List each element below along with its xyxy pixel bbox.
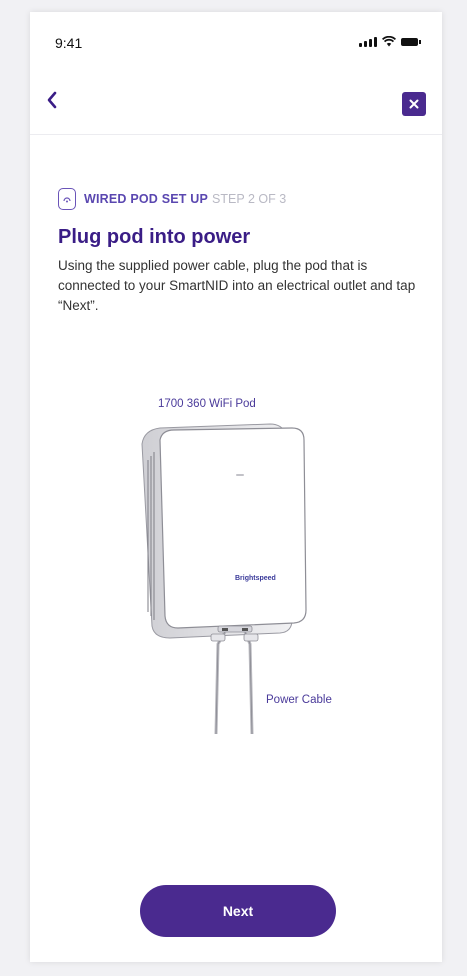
status-icons (359, 36, 421, 47)
next-button[interactable]: Next (140, 885, 336, 937)
step-indicator: WIRED POD SET UP STEP 2 OF 3 (58, 188, 286, 210)
step-label: WIRED POD SET UP (84, 192, 209, 206)
step-count: STEP 2 OF 3 (212, 192, 287, 206)
phone-screen: 9:41 WIRED POD SET UP STEP 2 OF 3 Plug p… (30, 12, 442, 962)
pod-icon (58, 188, 76, 210)
back-button[interactable] (36, 82, 68, 118)
close-button[interactable] (402, 92, 426, 116)
cable-caption: Power Cable (266, 694, 332, 706)
instructions-text: Using the supplied power cable, plug the… (58, 258, 416, 313)
svg-text:Brightspeed: Brightspeed (235, 575, 276, 582)
status-time: 9:41 (55, 35, 83, 51)
chevron-left-icon (47, 91, 57, 109)
status-bar: 9:41 (30, 12, 442, 68)
page-title: Plug pod into power (58, 226, 251, 248)
signal-icon (359, 36, 377, 47)
wifi-icon (382, 36, 396, 47)
wifi-pod-image: Brightspeed (141, 423, 307, 735)
close-icon (409, 99, 419, 109)
pod-illustration: 1700 360 WiFi Pod Brightspeed Power Cabl… (30, 382, 442, 742)
battery-icon (401, 37, 421, 46)
nav-bar (30, 72, 442, 135)
